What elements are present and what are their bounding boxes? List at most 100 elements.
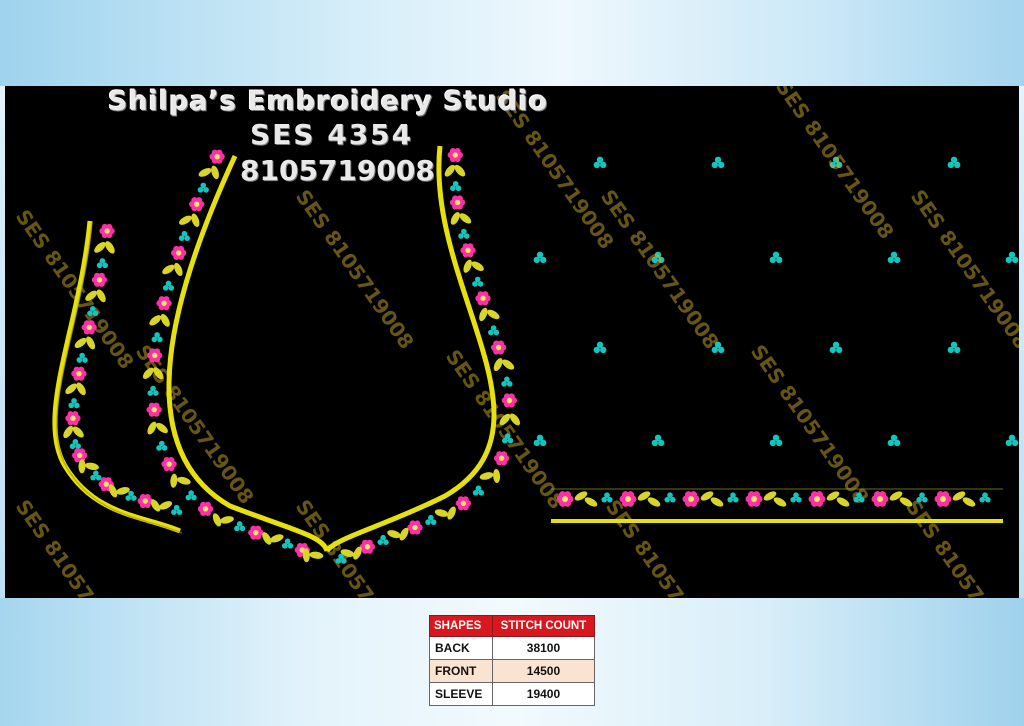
leaf	[63, 425, 74, 439]
leaf	[65, 383, 77, 395]
teal-bead-cluster	[593, 341, 607, 354]
teal-bead-cluster	[1005, 251, 1019, 264]
header-stitch-count: STITCH COUNT	[491, 615, 596, 637]
leaf	[174, 262, 183, 277]
pink-flower	[745, 491, 763, 507]
leaf	[710, 497, 724, 507]
teal-bead-cluster	[96, 258, 108, 269]
leaf	[94, 242, 106, 253]
pink-flower	[99, 223, 115, 239]
teal-bead-cluster	[533, 434, 547, 447]
leaf	[76, 382, 86, 396]
count-cell: 38100	[491, 636, 596, 660]
leaf	[179, 215, 192, 225]
shape-cell: BACK	[429, 636, 493, 660]
leaf	[493, 358, 503, 372]
teal-bead-cluster	[887, 434, 901, 447]
leaf	[198, 167, 212, 177]
pink-flower	[455, 496, 471, 511]
pink-flower	[71, 448, 88, 463]
teal-bead-cluster	[90, 470, 102, 481]
teal-bead-cluster	[769, 251, 783, 264]
leaf	[584, 497, 598, 507]
teal-bead-cluster	[472, 276, 484, 287]
leaf	[444, 164, 456, 177]
design-code: SES 4354	[250, 118, 414, 151]
leaf	[479, 472, 494, 480]
background-top-band	[0, 0, 1024, 86]
leaf	[211, 165, 219, 180]
watermark-text: SES 8105719008	[746, 340, 874, 508]
teal-bead-cluster	[185, 490, 197, 501]
teal-bead-cluster	[76, 352, 88, 363]
pink-flower	[248, 525, 264, 540]
leaf	[105, 241, 115, 254]
leaf	[459, 213, 472, 224]
studio-phone: 8105719008	[240, 154, 435, 187]
teal-bead-cluster	[664, 492, 676, 503]
leaf	[116, 487, 130, 495]
pink-flower	[91, 272, 108, 287]
pink-flower	[189, 197, 205, 212]
leaf	[147, 421, 157, 435]
teal-bead-cluster	[711, 156, 725, 169]
leaf	[220, 516, 234, 524]
leaf	[156, 422, 168, 434]
teal-bead-cluster	[979, 492, 991, 503]
teal-bead-cluster	[947, 156, 961, 169]
leaf	[85, 462, 99, 471]
table-row: BACK 38100	[429, 636, 596, 660]
teal-bead-cluster	[601, 492, 613, 503]
teal-bead-cluster	[472, 485, 485, 496]
pink-flower	[197, 501, 214, 516]
pink-flower	[934, 491, 952, 507]
leaf	[463, 259, 472, 273]
teal-bead-cluster	[1005, 434, 1019, 447]
leaf	[487, 309, 500, 320]
pink-flower	[71, 366, 87, 381]
pink-flower	[407, 520, 423, 535]
teal-bead-cluster	[234, 521, 246, 532]
leaf	[72, 426, 84, 438]
teal-bead-cluster	[68, 398, 80, 409]
pink-flower	[156, 296, 172, 311]
teal-bead-cluster	[829, 341, 843, 354]
table-row: SLEEVE 19400	[429, 682, 596, 706]
teal-bead-cluster	[69, 438, 81, 450]
teal-bead-cluster	[171, 504, 183, 515]
teal-bead-cluster	[651, 434, 665, 447]
count-cell: 19400	[491, 682, 596, 706]
teal-bead-cluster	[887, 251, 901, 264]
pink-flower	[161, 456, 177, 472]
leaf	[471, 261, 484, 272]
pink-flower	[501, 393, 518, 408]
teal-bead-cluster	[501, 376, 513, 387]
shape-cell: SLEEVE	[429, 682, 493, 706]
leaf	[149, 315, 162, 326]
teal-bead-cluster	[458, 228, 470, 239]
table-row: FRONT 14500	[429, 659, 596, 683]
leaf	[479, 307, 488, 322]
embroidery-design-panel: SES 8105719008 SES 8105719008 SES 81057190…	[5, 86, 1019, 598]
leaf	[454, 164, 466, 177]
pink-flower	[460, 243, 476, 258]
teal-bead-cluster	[533, 251, 547, 264]
watermark-text: SES 8105719008	[901, 495, 1019, 598]
teal-bead-cluster	[450, 180, 462, 192]
leaf	[647, 497, 661, 507]
pink-flower	[490, 340, 507, 355]
pink-flower	[359, 539, 376, 554]
header-shapes: SHAPES	[429, 615, 493, 637]
stitch-count-table: SHAPES STITCH COUNT BACK 38100 FRONT 145…	[429, 615, 596, 706]
teal-bead-cluster	[947, 341, 961, 354]
teal-bead-cluster	[178, 230, 190, 241]
leaf	[493, 468, 501, 483]
teal-bead-cluster	[425, 514, 437, 525]
leaf	[962, 497, 976, 507]
watermark-text: SES 8105719008	[906, 185, 1019, 353]
leaf	[387, 530, 401, 539]
leaf	[191, 213, 200, 227]
watermark-text: SES 8105719008	[601, 495, 729, 598]
teal-bead-cluster	[281, 538, 294, 549]
studio-name: Shilpa’s Embroidery Studio	[108, 86, 549, 117]
